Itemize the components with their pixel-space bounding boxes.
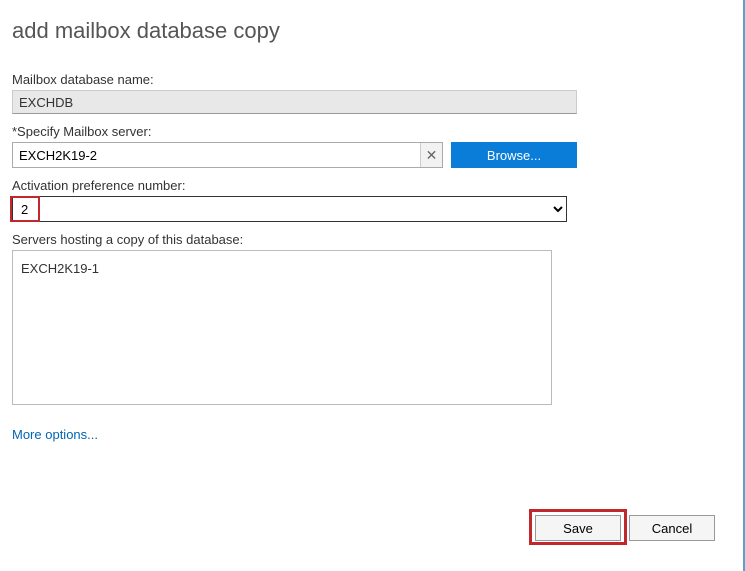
hosting-servers-list: EXCH2K19-1 — [12, 250, 552, 405]
list-item: EXCH2K19-1 — [21, 261, 543, 276]
pref-label: Activation preference number: — [12, 178, 731, 193]
server-label: *Specify Mailbox server: — [12, 124, 731, 139]
server-input-container: ✕ — [12, 142, 443, 168]
more-options-link[interactable]: More options... — [12, 427, 98, 442]
hosting-label: Servers hosting a copy of this database: — [12, 232, 731, 247]
clear-server-button[interactable]: ✕ — [420, 143, 442, 167]
server-input[interactable] — [13, 143, 420, 167]
cancel-button[interactable]: Cancel — [629, 515, 715, 541]
dialog-title: add mailbox database copy — [12, 18, 731, 44]
db-name-field: EXCHDB — [12, 90, 577, 114]
db-name-label: Mailbox database name: — [12, 72, 731, 87]
close-icon: ✕ — [426, 147, 438, 164]
save-button[interactable]: Save — [535, 515, 621, 541]
browse-button[interactable]: Browse... — [451, 142, 577, 168]
activation-preference-select[interactable]: 2 — [12, 196, 567, 222]
